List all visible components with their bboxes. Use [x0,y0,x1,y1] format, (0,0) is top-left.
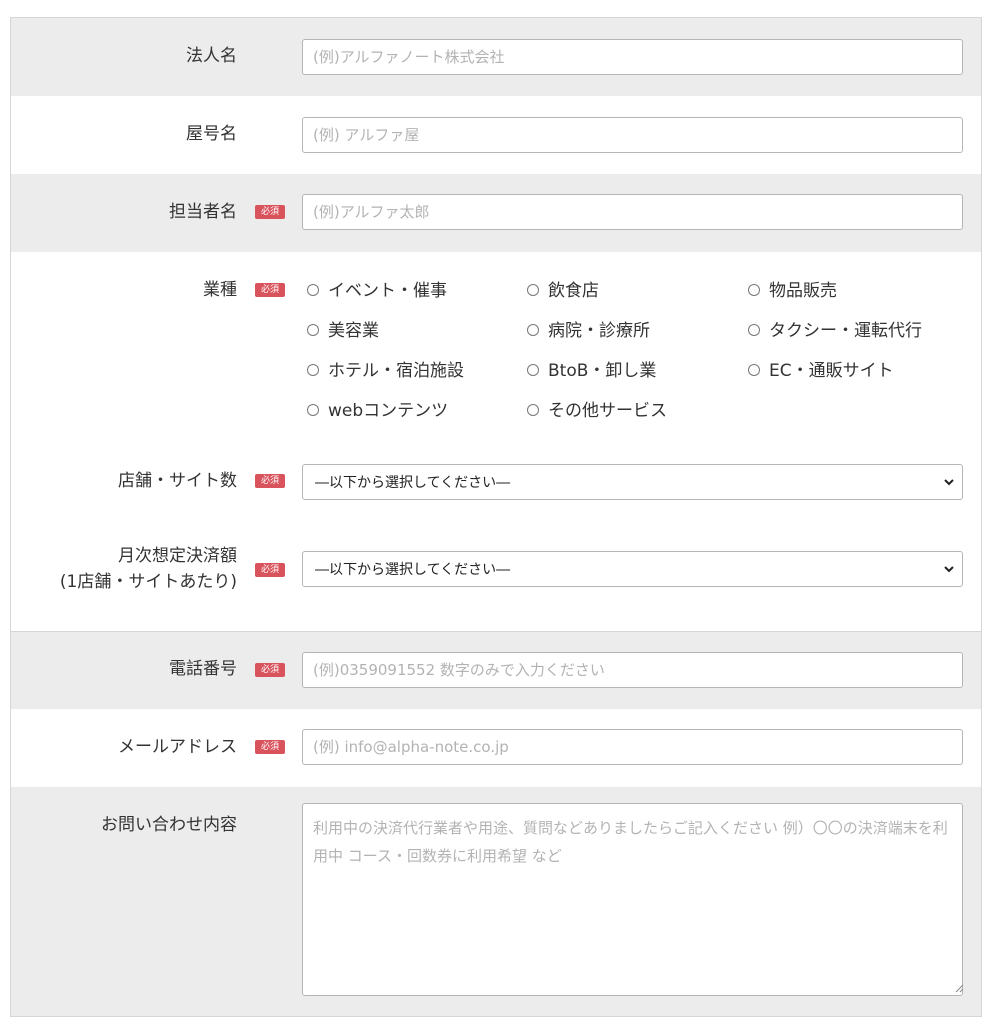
row-contact-name: 担当者名 必須 [11,174,981,252]
radio-empty-icon[interactable] [307,323,319,336]
industry-option-hotel[interactable]: ホテル・宿泊施設 [307,356,464,381]
monthly-amount-select[interactable]: ―以下から選択してください― [302,551,963,587]
inquiry-textarea[interactable] [302,803,963,996]
row-monthly-amount: 月次想定決済額 (1店舗・サイトあたり) 必須 ―以下から選択してください― [11,521,981,631]
radio-empty-icon[interactable] [527,403,539,416]
row-corporate-name: 法人名 [11,18,981,96]
radio-empty-icon[interactable] [748,363,760,376]
industry-option-hospital[interactable]: 病院・診療所 [527,316,650,341]
industry-option-retail[interactable]: 物品販売 [748,276,837,301]
store-count-selected-value: ―以下から選択してください― [315,475,511,491]
radio-empty-icon[interactable] [748,323,760,336]
corporate-name-label: 法人名 [186,46,237,66]
contact-name-label: 担当者名 [169,202,237,222]
chevron-down-icon [944,479,954,486]
trade-name-input[interactable] [302,117,963,153]
radio-empty-icon[interactable] [307,363,319,376]
industry-option-web[interactable]: webコンテンツ [307,396,448,421]
industry-option-beauty[interactable]: 美容業 [307,316,379,341]
radio-empty-icon[interactable] [748,283,760,296]
chevron-down-icon [944,566,954,573]
industry-option-btob[interactable]: BtoB・卸し業 [527,356,656,381]
phone-label: 電話番号 [169,659,237,679]
monthly-amount-label: 月次想定決済額 [118,546,237,566]
industry-option-other[interactable]: その他サービス [527,396,667,421]
row-industry: 業種 必須 イベント・催事 飲食店 物品販売 美容業 病院・診療所 タクシー・運… [11,252,981,449]
resize-grip-icon[interactable] [955,984,964,993]
radio-empty-icon[interactable] [527,323,539,336]
trade-name-label: 屋号名 [186,124,237,144]
required-badge: 必須 [255,474,285,488]
inquiry-field-wrap [11,803,981,996]
corporate-name-input[interactable] [302,39,963,75]
industry-option-taxi[interactable]: タクシー・運転代行 [748,316,922,341]
inquiry-form: 法人名 屋号名 担当者名 必須 業種 必須 イベント・催事 飲食店 物品販売 美… [10,17,982,1017]
industry-option-restaurant[interactable]: 飲食店 [527,276,599,301]
required-badge: 必須 [255,283,285,297]
industry-option-event[interactable]: イベント・催事 [307,276,447,301]
radio-empty-icon[interactable] [307,283,319,296]
store-count-select[interactable]: ―以下から選択してください― [302,464,963,500]
row-store-count: 店舗・サイト数 必須 ―以下から選択してください― [11,449,981,521]
required-badge: 必須 [255,740,285,754]
row-phone: 電話番号 必須 [11,631,981,709]
required-badge: 必須 [255,205,285,219]
monthly-amount-selected-value: ―以下から選択してください― [315,562,511,578]
email-label: メールアドレス [118,737,237,757]
radio-empty-icon[interactable] [527,363,539,376]
contact-name-input[interactable] [302,194,963,230]
email-input[interactable] [302,729,963,765]
row-email: メールアドレス 必須 [11,709,981,787]
radio-empty-icon[interactable] [527,283,539,296]
industry-option-ec[interactable]: EC・通販サイト [748,356,894,381]
industry-label: 業種 [203,280,237,300]
required-badge: 必須 [255,563,285,577]
radio-empty-icon[interactable] [307,403,319,416]
monthly-amount-sublabel: (1店舗・サイトあたり) [59,572,237,592]
row-trade-name: 屋号名 [11,96,981,174]
store-count-label: 店舗・サイト数 [118,471,237,491]
row-inquiry: お問い合わせ内容 [11,787,981,1017]
required-badge: 必須 [255,663,285,677]
phone-input[interactable] [302,652,963,688]
